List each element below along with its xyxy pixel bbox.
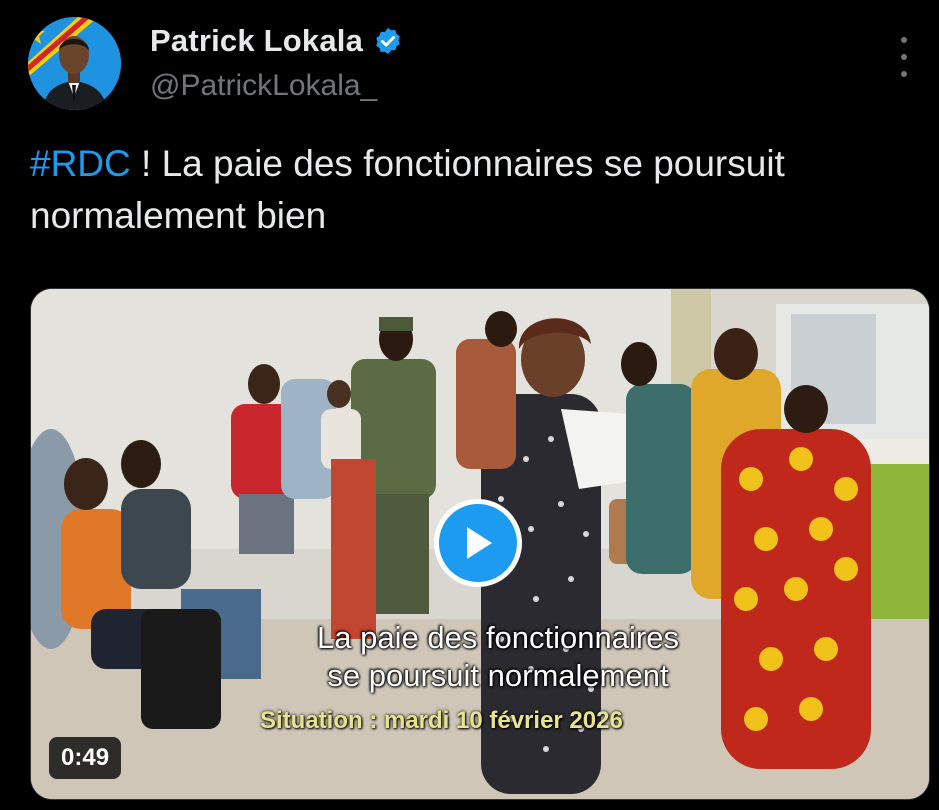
video-duration: 0:49 (49, 737, 122, 779)
video-caption-line1: La paie des fonctionnaires (317, 620, 679, 655)
name-row: Patrick Lokala (150, 23, 403, 59)
display-name[interactable]: Patrick Lokala (150, 23, 363, 59)
hashtag-link[interactable]: #RDC (30, 143, 131, 184)
tweet-text: #RDC ! La paie des fonctionnaires se pou… (30, 138, 890, 242)
more-options-icon[interactable] (897, 37, 911, 77)
play-icon (467, 527, 492, 559)
video-player[interactable]: La paie des fonctionnaires se poursuit n… (30, 288, 930, 800)
video-situation-text: Situation : mardi 10 février 2026 (260, 707, 623, 734)
tweet-body: ! La paie des fonctionnaires se poursuit… (30, 143, 785, 236)
avatar[interactable] (28, 17, 121, 110)
tweet-header: Patrick Lokala @PatrickLokala_ (28, 17, 911, 117)
verified-badge-icon (373, 26, 403, 56)
play-button[interactable] (434, 499, 522, 587)
video-caption-line2: se poursuit normalement (327, 658, 669, 693)
tweet: Patrick Lokala @PatrickLokala_ #RDC ! La… (0, 0, 939, 810)
user-handle[interactable]: @PatrickLokala_ (150, 69, 377, 103)
